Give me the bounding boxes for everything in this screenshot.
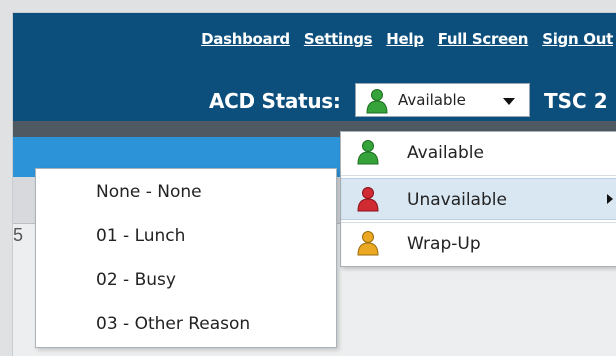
tenant-label: TSC 2 xyxy=(544,89,608,113)
app-window: Dashboard Settings Help Full Screen Sign… xyxy=(12,12,616,356)
reason-busy[interactable]: 02 - Busy xyxy=(96,270,176,290)
header-bar: Dashboard Settings Help Full Screen Sign… xyxy=(13,13,616,121)
menu-item-wrap-up[interactable]: Wrap-Up xyxy=(341,223,616,265)
top-nav: Dashboard Settings Help Full Screen Sign… xyxy=(201,30,613,48)
menu-item-available[interactable]: Available xyxy=(341,132,616,174)
reason-lunch[interactable]: 01 - Lunch xyxy=(96,226,185,246)
person-green-icon xyxy=(366,89,388,114)
nav-dashboard-link[interactable]: Dashboard xyxy=(201,30,290,48)
person-green-icon xyxy=(357,140,379,165)
menu-item-unavailable[interactable]: Unavailable xyxy=(341,178,616,220)
chevron-down-icon xyxy=(503,98,515,105)
acd-status-value: Available xyxy=(398,91,466,109)
person-orange-icon xyxy=(357,231,379,256)
tab-fragment: 5 xyxy=(13,225,24,245)
acd-status-dropdown[interactable]: Available xyxy=(355,83,530,117)
acd-status-label: ACD Status: xyxy=(209,89,341,113)
menu-item-label: Unavailable xyxy=(407,190,507,210)
nav-full-screen-link[interactable]: Full Screen xyxy=(438,30,529,48)
menu-item-label: Wrap-Up xyxy=(407,234,481,254)
reason-none[interactable]: None - None xyxy=(96,182,202,202)
reason-other[interactable]: 03 - Other Reason xyxy=(96,314,250,334)
acd-status-menu: Available Unavailable Wrap-Up xyxy=(340,131,616,267)
chevron-right-icon xyxy=(607,194,613,204)
nav-settings-link[interactable]: Settings xyxy=(304,30,373,48)
person-red-icon xyxy=(357,187,379,212)
divider xyxy=(341,175,616,176)
nav-help-link[interactable]: Help xyxy=(386,30,424,48)
menu-item-label: Available xyxy=(407,143,484,163)
nav-sign-out-link[interactable]: Sign Out xyxy=(542,30,613,48)
unavailable-reason-menu: None - None 01 - Lunch 02 - Busy 03 - Ot… xyxy=(35,168,337,348)
